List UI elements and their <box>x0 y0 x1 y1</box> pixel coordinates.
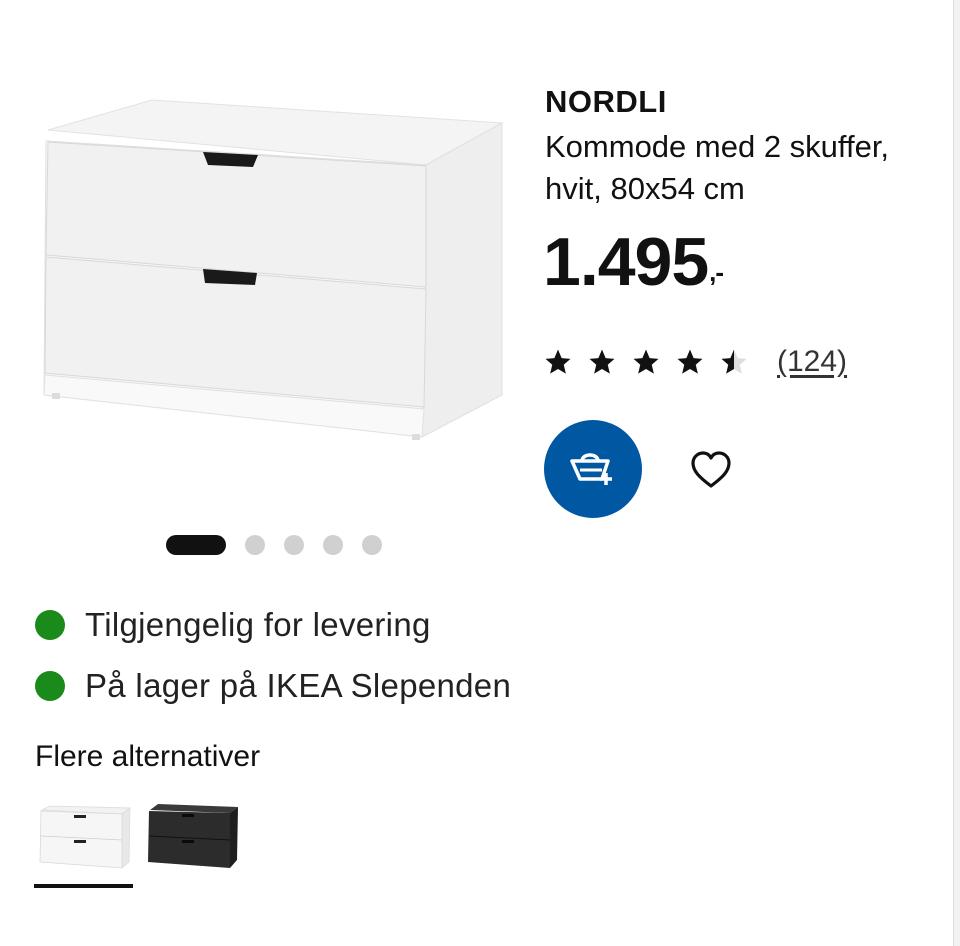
carousel-dot[interactable] <box>323 535 343 555</box>
price-suffix: ,- <box>709 257 724 287</box>
star-full-icon <box>633 349 659 374</box>
review-count-link[interactable]: (124) <box>777 345 847 379</box>
product-price: 1.495,- <box>543 222 724 302</box>
variant-black-thumbnail[interactable] <box>144 800 242 872</box>
product-description: Kommode med 2 skuffer, hvit, 80x54 cm <box>545 129 890 206</box>
carousel-dot[interactable] <box>245 535 265 555</box>
scrollbar-track <box>953 0 960 946</box>
shopping-basket-add-icon <box>570 453 612 485</box>
availability-text: På lager på IKEA Slependen <box>85 667 512 704</box>
star-half-icon <box>721 349 747 374</box>
product-name: NORDLI <box>545 84 667 119</box>
add-to-cart-button[interactable] <box>544 420 642 518</box>
status-dot-icon <box>35 610 65 640</box>
delivery-availability: Tilgjengelig for levering <box>35 605 431 645</box>
star-full-icon <box>545 349 571 374</box>
star-full-icon <box>677 349 703 374</box>
product-rating[interactable]: (124) <box>543 340 847 384</box>
alternatives-heading: Flere alternativer <box>35 740 261 773</box>
carousel-dot[interactable] <box>284 535 304 555</box>
product-image[interactable] <box>40 95 510 445</box>
carousel-dot-active[interactable] <box>166 535 226 555</box>
star-full-icon <box>589 349 615 374</box>
heart-outline-icon <box>691 451 731 488</box>
carousel-dot[interactable] <box>362 535 382 555</box>
status-dot-icon <box>35 671 65 701</box>
image-carousel-indicator <box>166 534 401 556</box>
price-value: 1.495 <box>543 224 709 300</box>
add-to-favourites-button[interactable] <box>684 443 738 497</box>
variant-white-thumbnail[interactable] <box>36 800 134 872</box>
store-availability: På lager på IKEA Slependen <box>35 666 511 706</box>
selected-variant-indicator <box>34 884 133 888</box>
availability-text: Tilgjengelig for levering <box>85 606 431 643</box>
